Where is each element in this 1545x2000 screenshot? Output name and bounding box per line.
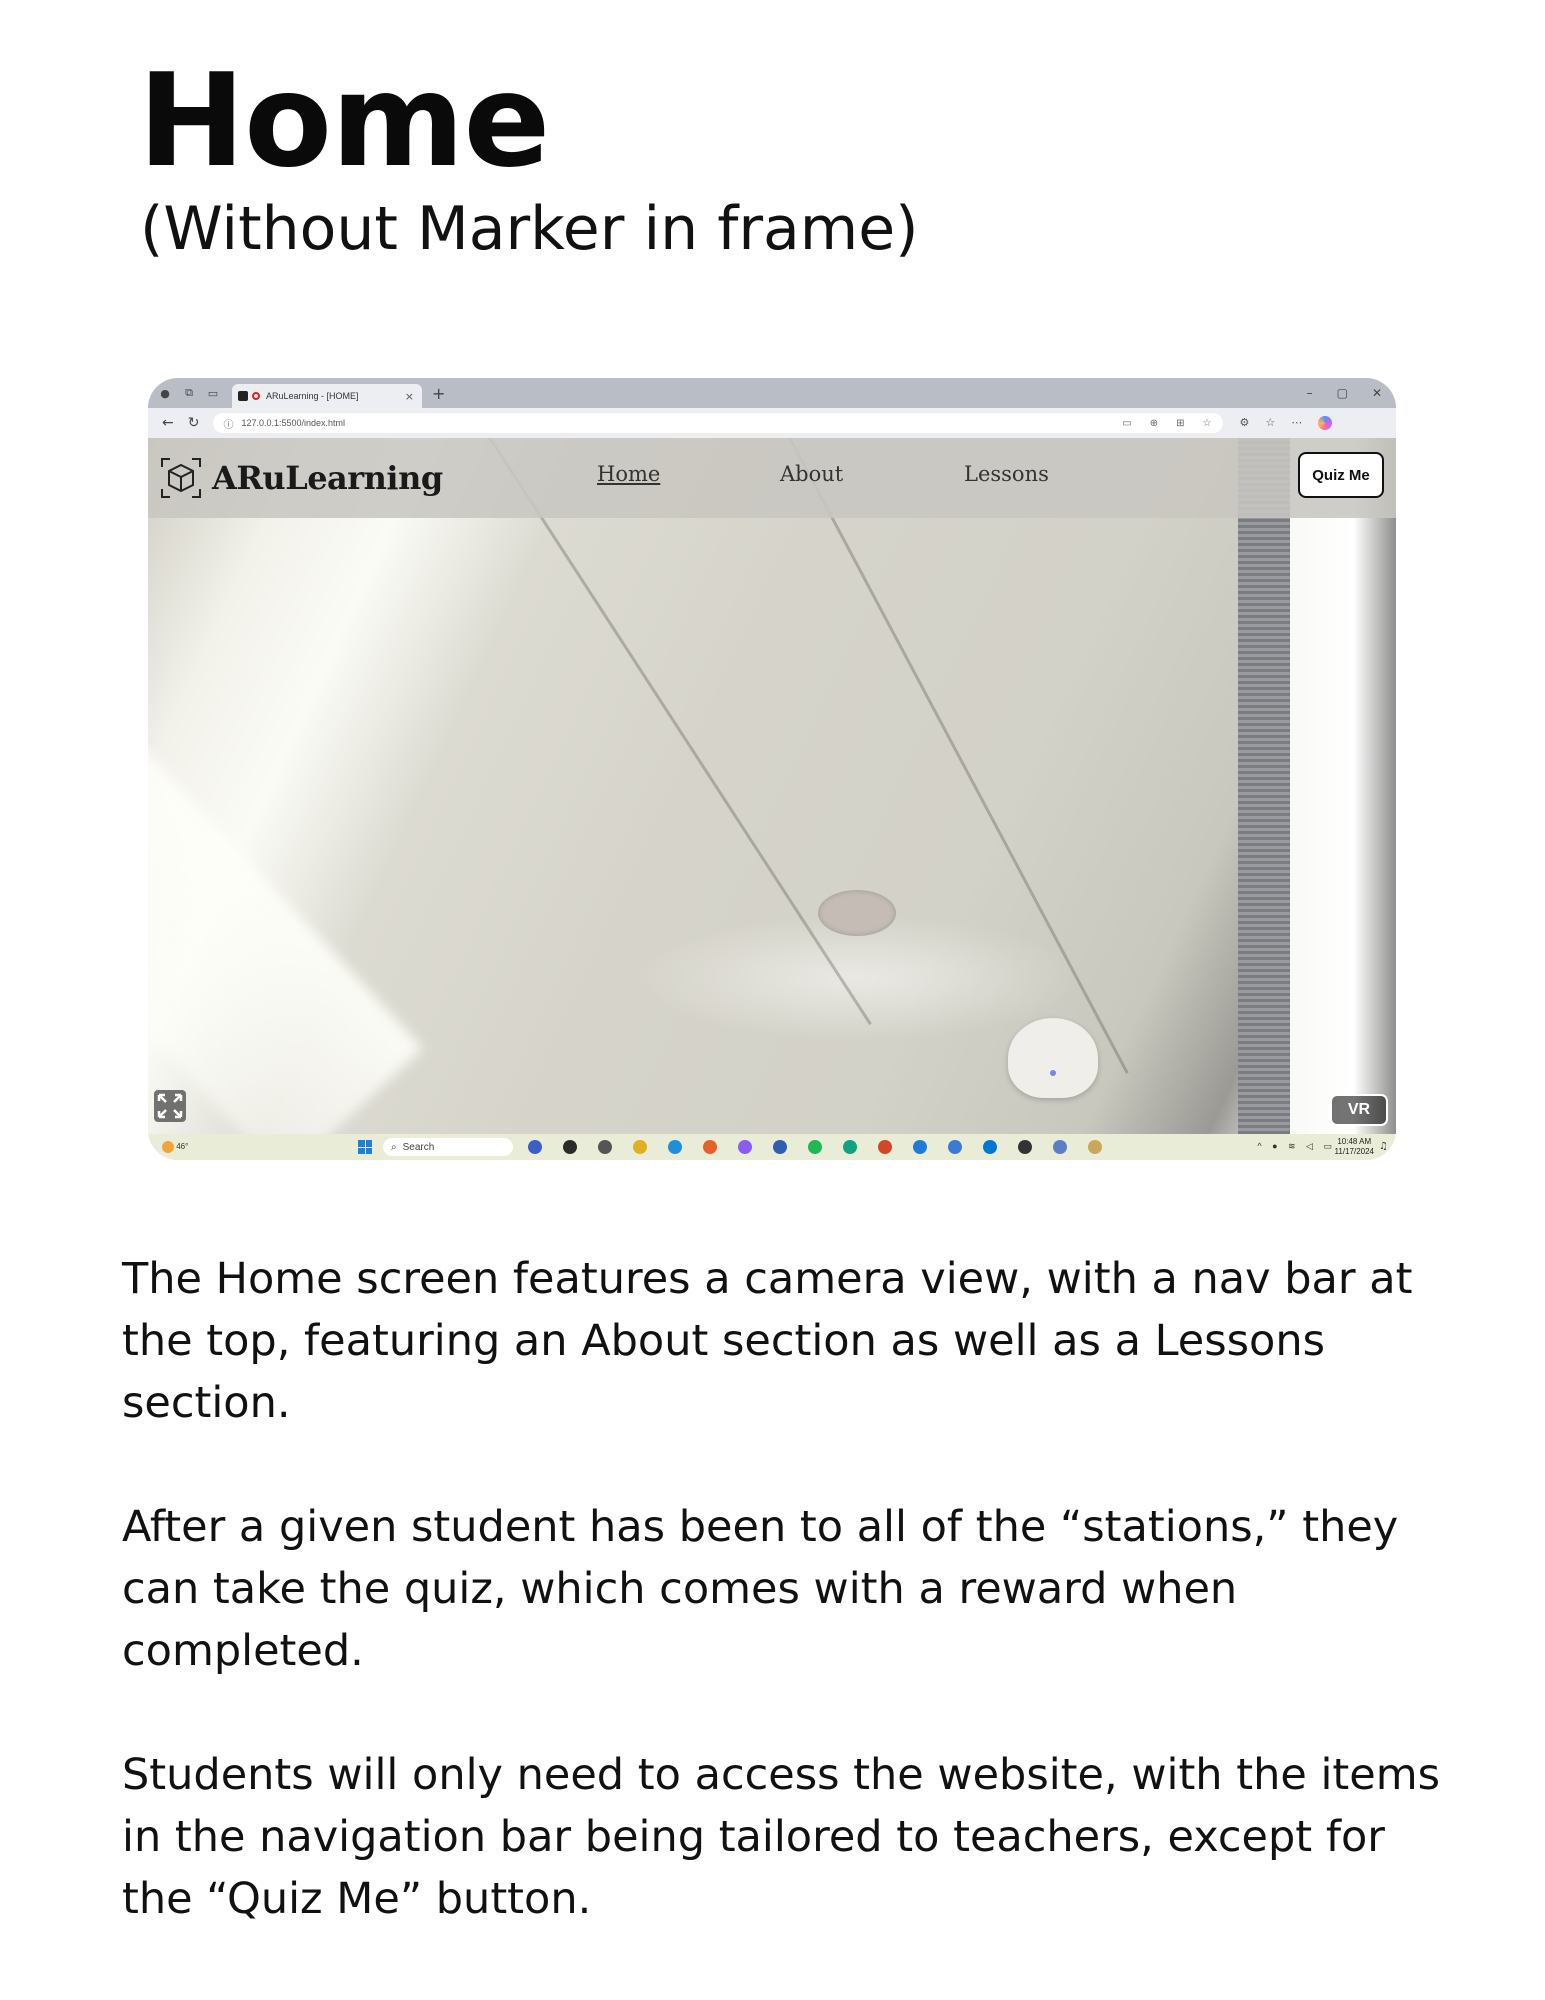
taskbar-app-icon[interactable] xyxy=(703,1140,717,1154)
taskbar-app-icon[interactable] xyxy=(598,1140,612,1154)
cube-logo-icon xyxy=(161,458,201,498)
weather-temp: 46° xyxy=(176,1142,189,1152)
weather-widget[interactable]: 46° xyxy=(162,1141,188,1153)
tab-close-button[interactable]: × xyxy=(405,390,414,403)
app-install-icon[interactable]: ⊞ xyxy=(1176,418,1184,429)
fullscreen-icon[interactable] xyxy=(154,1090,186,1122)
maximize-button[interactable]: ▢ xyxy=(1337,386,1348,400)
taskbar-app-icon[interactable] xyxy=(668,1140,682,1154)
ceiling-seam xyxy=(488,438,872,1026)
nav-about-link[interactable]: About xyxy=(780,462,843,486)
window-blinds xyxy=(1238,438,1290,1134)
url-tools: ▭ ⊕ ⊞ ☆ xyxy=(1122,418,1211,429)
browser-toolbar: ⚙ ☆ ⋯ xyxy=(1239,416,1333,430)
copilot-icon[interactable] xyxy=(1318,416,1333,430)
refresh-icon[interactable]: ↻ xyxy=(188,415,200,431)
taskbar-app-icon[interactable] xyxy=(843,1140,857,1154)
taskbar-search-label: Search xyxy=(402,1141,435,1153)
quiz-me-button[interactable]: Quiz Me xyxy=(1298,452,1384,498)
favorite-star-icon[interactable]: ☆ xyxy=(1203,418,1212,429)
vr-button[interactable]: VR xyxy=(1330,1094,1388,1126)
recording-icon xyxy=(252,392,260,400)
taskbar-app-icon[interactable] xyxy=(1053,1140,1067,1154)
taskbar-clock[interactable]: 10:48 AM 11/17/2024 xyxy=(1335,1137,1374,1157)
weather-icon xyxy=(162,1141,174,1153)
new-tab-button[interactable]: + xyxy=(432,384,445,403)
taskbar-app-icon[interactable] xyxy=(563,1140,577,1154)
ceiling-vent xyxy=(818,890,896,936)
taskbar-app-icon[interactable] xyxy=(808,1140,822,1154)
os-taskbar: 46° ⌕ Search ^ ● ≋ ◁ ▭ 10:48 AM 11/17/20… xyxy=(148,1134,1396,1160)
taskbar-app-icon[interactable] xyxy=(1088,1140,1102,1154)
browser-tab-bar: ● ⧉ ▭ ARuLearning - [HOME] × + – ▢ ✕ xyxy=(148,378,1396,408)
page-title: Home xyxy=(138,47,550,196)
taskbar-app-icon[interactable] xyxy=(1018,1140,1032,1154)
taskbar-search[interactable]: ⌕ Search xyxy=(383,1138,513,1156)
nav-lessons-link[interactable]: Lessons xyxy=(964,462,1049,486)
favicon-icon xyxy=(238,391,248,401)
minimize-button[interactable]: – xyxy=(1307,386,1313,400)
page-subtitle: (Without Marker in frame) xyxy=(140,194,919,264)
taskbar-app-icon[interactable] xyxy=(983,1140,997,1154)
light-reflection xyxy=(148,668,423,1134)
site-navbar: ARuLearning Home About Lessons Quiz Me xyxy=(148,438,1396,518)
ceiling-detector xyxy=(1008,1018,1098,1098)
workspaces-icon[interactable]: ⧉ xyxy=(182,386,196,400)
back-icon[interactable]: ← xyxy=(162,415,174,431)
close-window-button[interactable]: ✕ xyxy=(1372,386,1382,400)
camera-in-use-icon[interactable]: ▭ xyxy=(1122,418,1131,429)
search-icon: ⌕ xyxy=(391,1141,397,1153)
favorites-icon[interactable]: ☆ xyxy=(1265,416,1275,430)
taskbar-app-icon[interactable] xyxy=(878,1140,892,1154)
windows-start-icon[interactable] xyxy=(358,1140,372,1154)
more-menu-icon[interactable]: ⋯ xyxy=(1291,416,1302,430)
taskbar-app-icon[interactable] xyxy=(528,1140,542,1154)
taskbar-app-icon[interactable] xyxy=(738,1140,752,1154)
description-paragraph-3: Students will only need to access the we… xyxy=(122,1750,1441,1924)
window xyxy=(1290,438,1396,1134)
taskbar-app-icon[interactable] xyxy=(913,1140,927,1154)
site-logo-text[interactable]: ARuLearning xyxy=(212,459,443,497)
tab-actions-icon[interactable]: ▭ xyxy=(206,386,220,400)
site-info-icon[interactable]: ⓘ xyxy=(223,416,233,431)
browser-screenshot: ● ⧉ ▭ ARuLearning - [HOME] × + – ▢ ✕ ← ↻… xyxy=(148,378,1396,1160)
description-paragraph-2: After a given student has been to all of… xyxy=(122,1502,1399,1676)
window-controls: – ▢ ✕ xyxy=(1307,386,1382,400)
nav-home-link[interactable]: Home xyxy=(597,462,660,486)
camera-view: ARuLearning Home About Lessons Quiz Me V… xyxy=(148,438,1396,1134)
tab-title: ARuLearning - [HOME] xyxy=(266,391,359,401)
extensions-icon[interactable]: ⚙ xyxy=(1239,416,1249,430)
browser-tab[interactable]: ARuLearning - [HOME] × xyxy=(232,384,422,408)
taskbar-app-icon[interactable] xyxy=(773,1140,787,1154)
clock-time: 10:48 AM xyxy=(1337,1137,1372,1146)
taskbar-app-icon[interactable] xyxy=(633,1140,647,1154)
zoom-icon[interactable]: ⊕ xyxy=(1150,418,1158,429)
profile-icon[interactable]: ● xyxy=(158,386,172,400)
clock-date: 11/17/2024 xyxy=(1334,1147,1374,1156)
url-field[interactable]: ⓘ 127.0.0.1:5500/index.html ▭ ⊕ ⊞ ☆ xyxy=(213,413,1224,433)
taskbar-app-icon[interactable] xyxy=(948,1140,962,1154)
url-text: 127.0.0.1:5500/index.html xyxy=(241,418,346,428)
description-paragraph-1: The Home screen features a camera view, … xyxy=(122,1254,1413,1428)
browser-address-bar: ← ↻ ⓘ 127.0.0.1:5500/index.html ▭ ⊕ ⊞ ☆ … xyxy=(148,408,1396,438)
notification-bell-icon[interactable]: ♫ xyxy=(1379,1141,1388,1152)
system-tray-icons[interactable]: ^ ● ≋ ◁ ▭ xyxy=(1257,1141,1336,1152)
